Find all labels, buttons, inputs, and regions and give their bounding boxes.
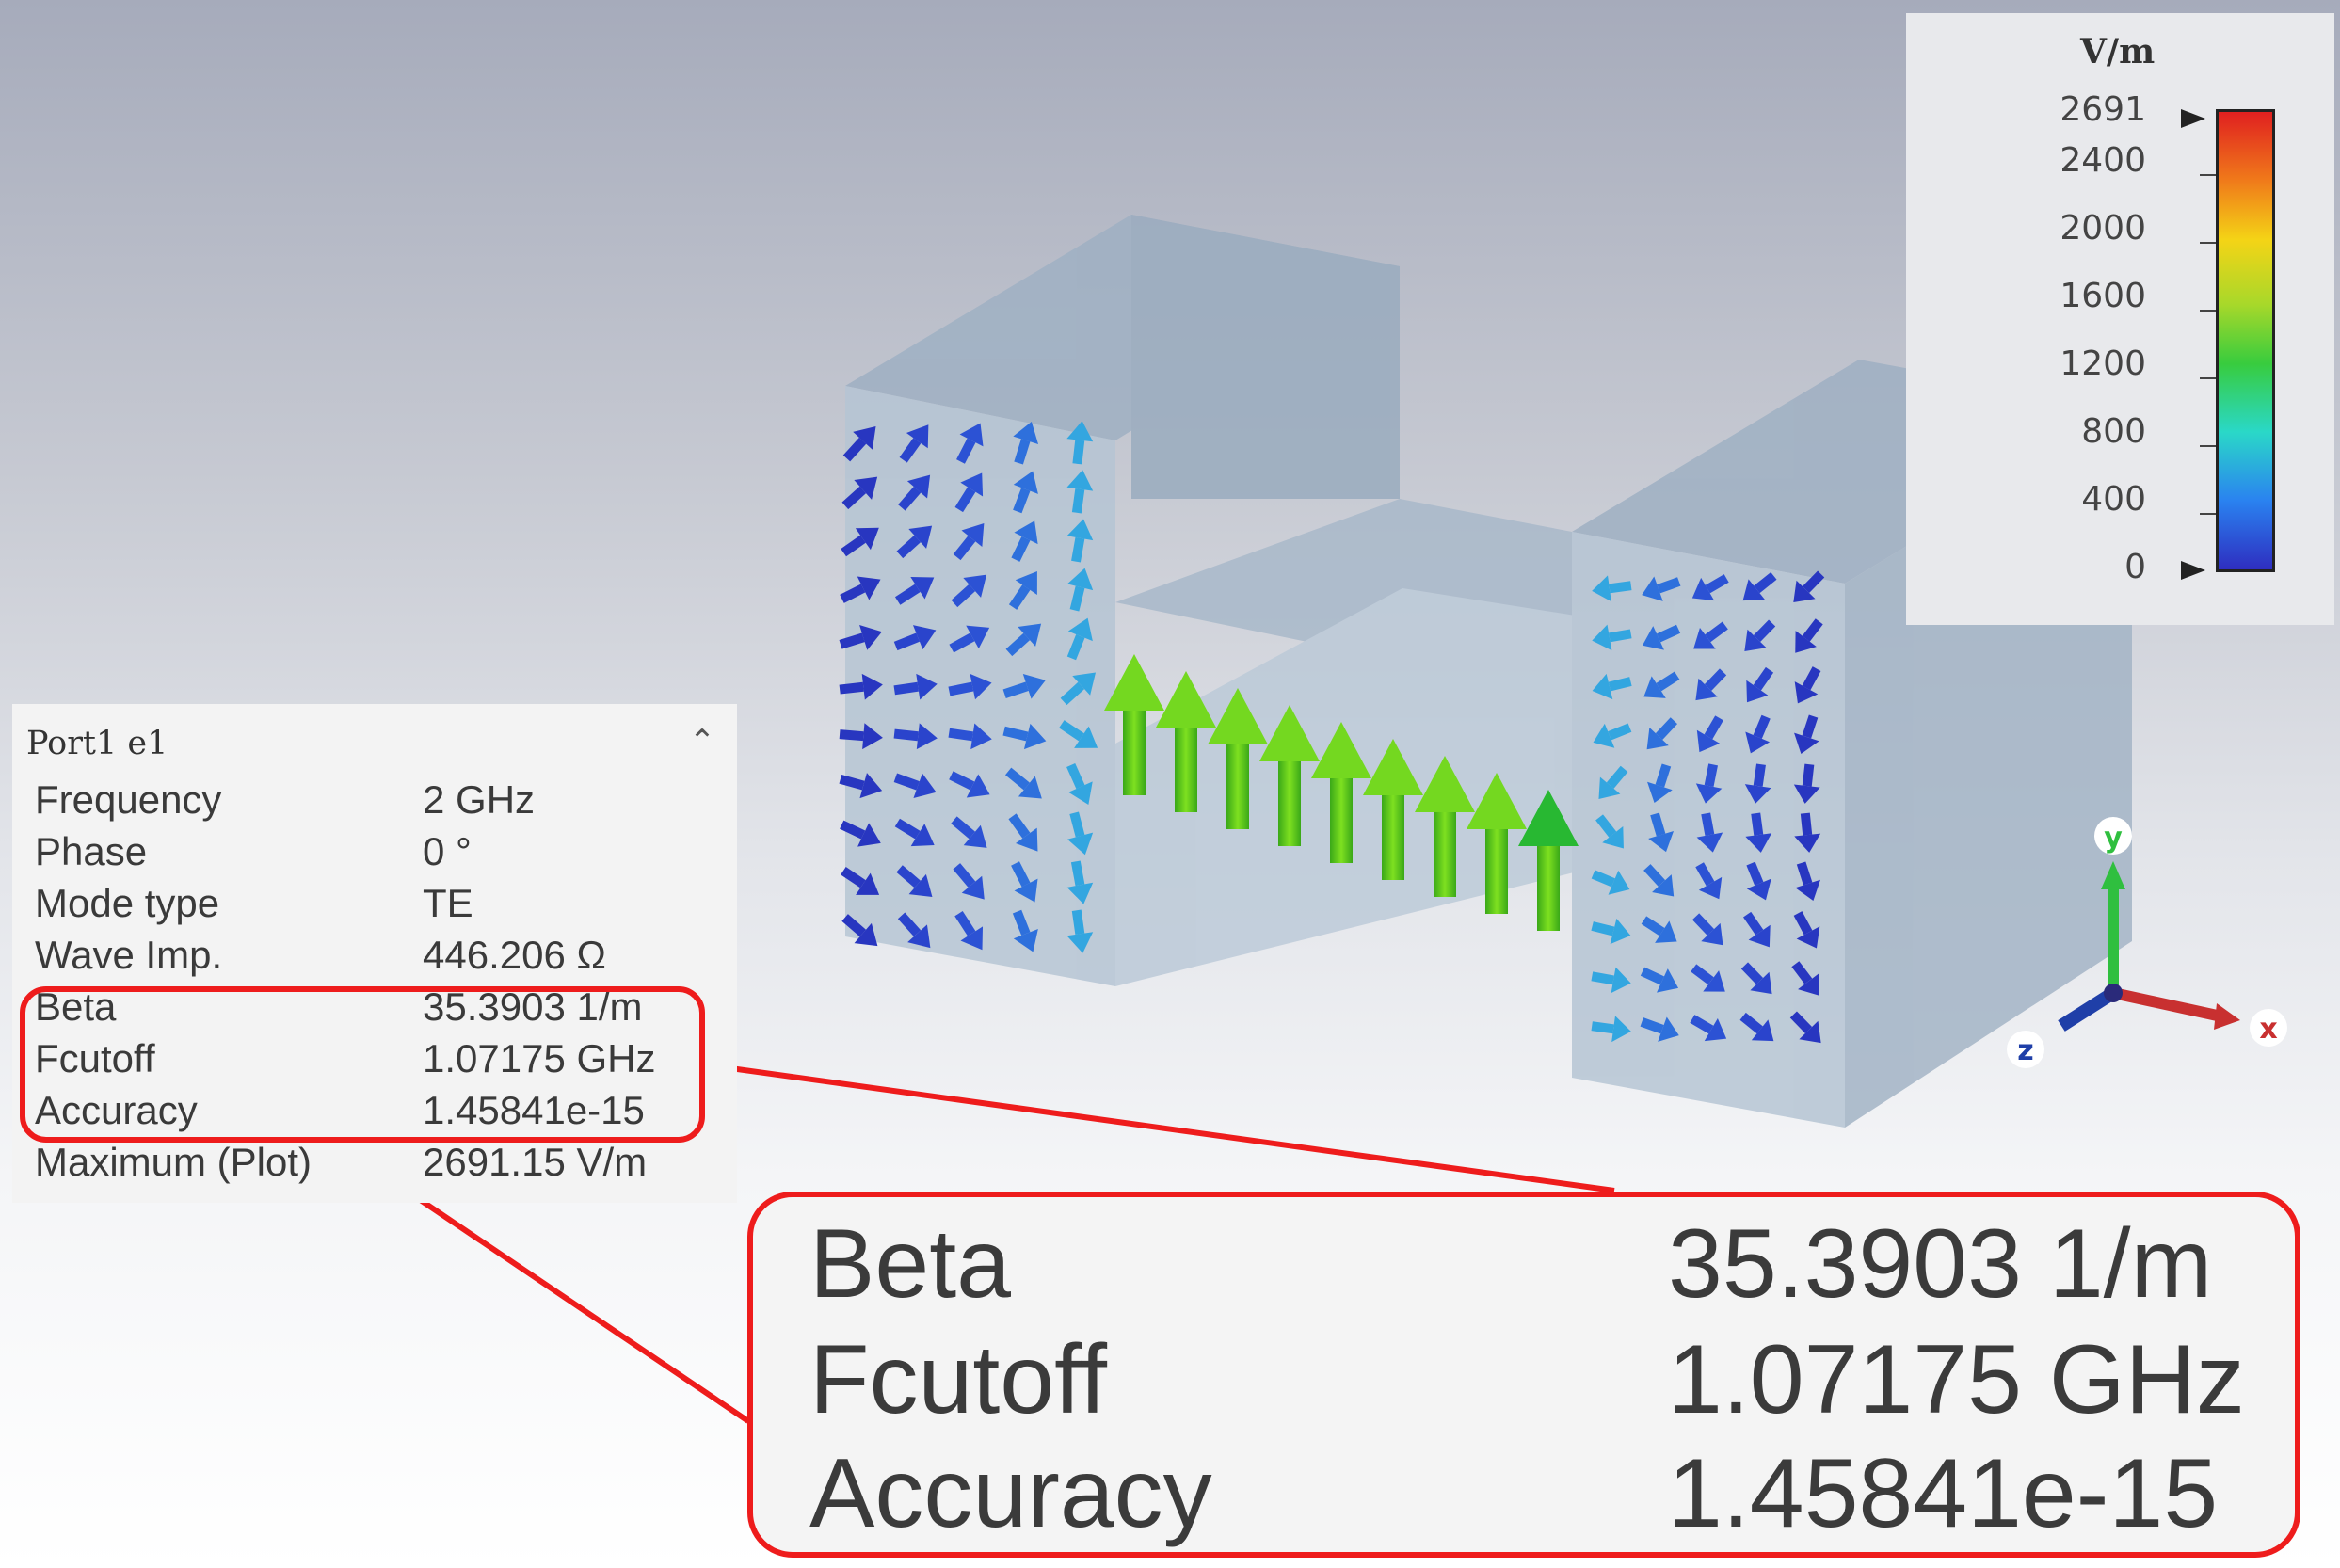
info-value: 0 ° xyxy=(423,829,472,873)
legend-tick: 800 xyxy=(2081,412,2146,451)
legend-tick: 2691 xyxy=(2060,90,2146,129)
panel-title: Port1 e1 xyxy=(26,725,168,762)
zoom-value: 1.45841e-15 xyxy=(1668,1439,2219,1548)
y-axis-label: y xyxy=(2104,822,2123,855)
legend-unit: V/m xyxy=(2080,32,2156,72)
zoom-value: 35.3903 1/m xyxy=(1668,1209,2213,1319)
x-axis-arrow-icon xyxy=(2214,1003,2240,1030)
legend-tick: 1200 xyxy=(2060,344,2146,383)
legend-tick: 0 xyxy=(2124,548,2146,586)
legend-colorbar xyxy=(2216,109,2275,572)
zoom-value: 1.07175 GHz xyxy=(1668,1325,2245,1434)
legend-tick-marks xyxy=(2181,109,2217,580)
info-key: Mode type xyxy=(35,881,220,925)
port-info-panel: Port1 e1 ⌃ Frequency 2 GHz Phase 0 ° Mode … xyxy=(12,704,737,1203)
info-value: TE xyxy=(423,881,473,925)
info-key: Frequency xyxy=(35,777,222,822)
info-key: Maximum (Plot) xyxy=(35,1140,313,1184)
highlight-box xyxy=(20,986,705,1143)
min-marker-icon xyxy=(2181,561,2205,580)
info-value: 2 GHz xyxy=(423,777,536,822)
color-legend: V/m 2691 2400 2000 1600 1200 800 400 0 xyxy=(1906,13,2334,625)
zoom-callout: Beta 35.3903 1/m Fcutoff 1.07175 GHz Accur… xyxy=(747,1192,2300,1558)
chevron-up-icon[interactable]: ⌃ xyxy=(683,723,721,760)
x-axis-label: x xyxy=(2259,1013,2277,1046)
info-key: Phase xyxy=(35,829,148,873)
info-value: 2691.15 V/m xyxy=(423,1140,648,1184)
legend-tick: 400 xyxy=(2081,480,2146,519)
max-marker-icon xyxy=(2181,109,2205,128)
legend-tick: 2000 xyxy=(2060,209,2146,248)
info-key: Wave Imp. xyxy=(35,933,223,977)
zoom-key: Fcutoff xyxy=(809,1325,1108,1434)
z-axis-label: z xyxy=(2017,1034,2033,1067)
zoom-key: Beta xyxy=(809,1209,1011,1319)
legend-tick: 1600 xyxy=(2060,277,2146,315)
info-value: 446.206 Ω xyxy=(423,933,606,977)
legend-tick: 2400 xyxy=(2060,141,2146,180)
zoom-key: Accuracy xyxy=(809,1439,1212,1548)
